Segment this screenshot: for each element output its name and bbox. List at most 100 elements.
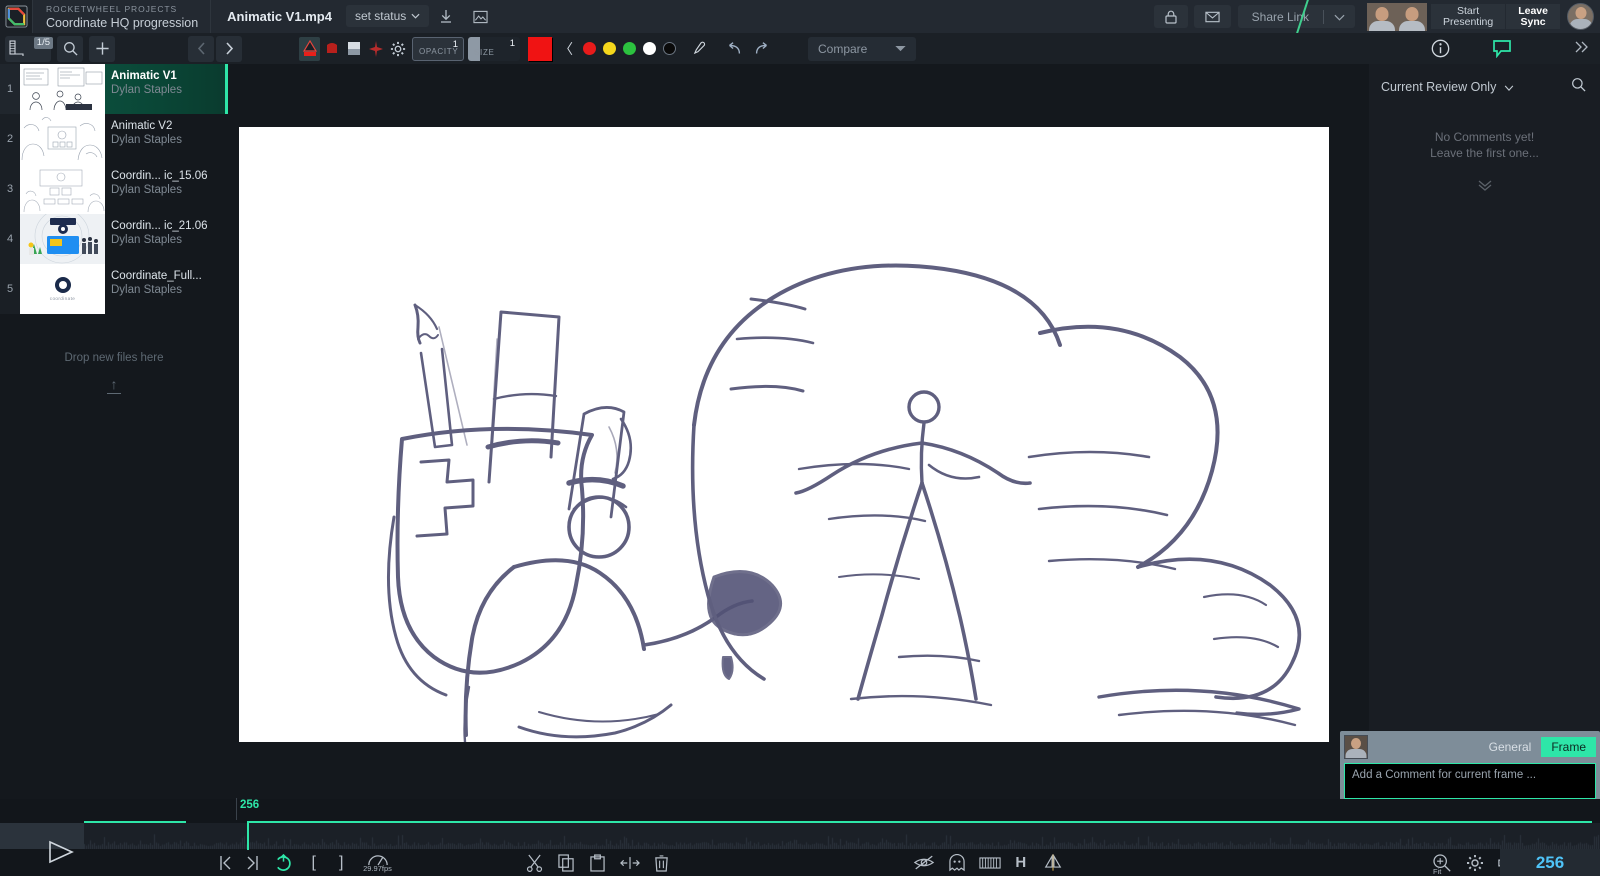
- hide-annotations-button[interactable]: [913, 854, 935, 871]
- eraser-tool-button[interactable]: [321, 37, 342, 61]
- ghost-frames-button[interactable]: [947, 853, 967, 872]
- add-file-button[interactable]: [89, 35, 115, 62]
- go-to-in-button[interactable]: [218, 855, 233, 871]
- pen-tool-button[interactable]: [299, 36, 320, 61]
- shape-tool-icon: [347, 42, 360, 55]
- file-thumbnail: [20, 164, 105, 214]
- paste-button[interactable]: [588, 853, 608, 872]
- eyedropper-icon: [693, 41, 706, 54]
- tool-settings-button[interactable]: [387, 37, 408, 61]
- timeline-playhead[interactable]: [247, 821, 249, 850]
- chevron-down-icon: [1334, 14, 1345, 21]
- download-icon: [441, 10, 452, 23]
- mirror-button[interactable]: [1043, 853, 1063, 872]
- sheet-page-badge: 1/5: [33, 36, 53, 49]
- eyedropper-button[interactable]: [686, 37, 710, 61]
- marker-tool-button[interactable]: [365, 37, 386, 61]
- start-presenting-button[interactable]: Start Presenting: [1431, 4, 1506, 29]
- set-out-button[interactable]: ]: [335, 854, 349, 872]
- file-info: Coordin... ic_21.06 Dylan Staples: [105, 214, 228, 264]
- info-tab[interactable]: [1431, 39, 1450, 58]
- file-list-item-1[interactable]: 1 Animatic V1 Dylan Staples: [0, 64, 228, 114]
- search-button[interactable]: [57, 35, 83, 62]
- current-user-avatar[interactable]: [1567, 3, 1594, 30]
- cut-button[interactable]: [525, 854, 545, 872]
- redo-button[interactable]: [750, 37, 774, 61]
- loop-button[interactable]: [274, 853, 293, 872]
- undo-button[interactable]: [722, 37, 746, 61]
- thumbnail-caption: coordinate: [49, 296, 76, 301]
- mail-button[interactable]: [1193, 5, 1231, 28]
- collapse-panel-button[interactable]: [1574, 40, 1590, 57]
- drop-files-area[interactable]: Drop new files here ↑: [0, 352, 228, 394]
- file-list-item-5[interactable]: 5 coordinate Coordinate_Full... Dylan St…: [0, 264, 228, 314]
- redo-icon: [755, 41, 767, 54]
- brush-preview-icon: 〈: [559, 40, 573, 57]
- timeline-ruler[interactable]: 256: [0, 798, 1600, 822]
- presence-avatars[interactable]: [1367, 0, 1428, 33]
- prev-file-button[interactable]: [188, 35, 214, 62]
- color-swatch-red[interactable]: [583, 42, 596, 55]
- file-list-item-3[interactable]: 3 Coordin... ic_15.06 Dylan Staples: [0, 164, 228, 214]
- comments-tab[interactable]: [1492, 39, 1512, 58]
- shape-tool-button[interactable]: [343, 37, 364, 61]
- leave-sync-line1: Leave: [1518, 4, 1548, 17]
- scroll-down-button[interactable]: [1369, 179, 1600, 194]
- avatar[interactable]: [1397, 2, 1428, 31]
- go-to-out-button[interactable]: [245, 855, 260, 871]
- set-in-button[interactable]: [: [307, 854, 321, 872]
- active-color-swatch[interactable]: [528, 36, 552, 61]
- comment-composer[interactable]: General Frame Add a Comment for current …: [1340, 731, 1600, 801]
- copy-button[interactable]: [557, 853, 577, 872]
- filmstrip-button[interactable]: [978, 856, 1001, 870]
- delete-button[interactable]: [652, 854, 672, 872]
- comment-scope-frame[interactable]: Frame: [1541, 737, 1596, 757]
- fps-indicator[interactable]: 29.97fps: [358, 853, 397, 873]
- viewer-settings-button[interactable]: [1466, 854, 1486, 872]
- move-button[interactable]: [619, 856, 640, 870]
- color-swatch-white[interactable]: [643, 42, 656, 55]
- opacity-field[interactable]: OPACITY 1: [412, 36, 464, 61]
- share-link-button[interactable]: Share Link: [1237, 5, 1356, 28]
- search-icon: [63, 42, 78, 56]
- audio-waveform[interactable]: [84, 823, 1600, 849]
- leave-sync-button[interactable]: Leave Sync: [1506, 4, 1560, 29]
- comment-input[interactable]: Add a Comment for current frame ...: [1344, 763, 1596, 799]
- comments-empty-state: No Comments yet! Leave the first one...: [1369, 129, 1600, 161]
- comments-filter-dropdown[interactable]: Current Review Only: [1381, 80, 1514, 94]
- color-swatch-green[interactable]: [623, 42, 636, 55]
- comments-search-button[interactable]: [1571, 77, 1586, 97]
- image-button[interactable]: [465, 5, 495, 28]
- share-link-chevron[interactable]: [1324, 10, 1355, 24]
- current-frame-display[interactable]: 256: [1500, 849, 1600, 876]
- file-name: Coordin... ic_21.06: [111, 220, 208, 232]
- color-swatch-yellow[interactable]: [603, 42, 616, 55]
- upload-arrow-icon: ↑: [0, 376, 228, 394]
- file-name: Coordin... ic_15.06: [111, 170, 208, 182]
- project-breadcrumb[interactable]: ROCKETWHEEL PROJECTS Coordinate HQ progr…: [33, 0, 212, 33]
- file-list-item-2[interactable]: 2 Animatic V2 Dylan Staples: [0, 114, 228, 164]
- eraser-tool-icon: [326, 43, 337, 53]
- h-button[interactable]: H: [1013, 854, 1030, 871]
- zoom-fit-button[interactable]: Fit: [1431, 853, 1454, 876]
- frame-canvas[interactable]: [239, 127, 1329, 742]
- color-swatch-black[interactable]: [663, 42, 676, 55]
- download-button[interactable]: [431, 5, 461, 28]
- media-viewer[interactable]: [228, 64, 1342, 799]
- lock-button[interactable]: [1153, 5, 1188, 28]
- avatar[interactable]: [1367, 2, 1398, 31]
- file-info: Animatic V1 Dylan Staples: [105, 64, 228, 114]
- size-field[interactable]: SIZE 1: [468, 36, 520, 61]
- comment-scope-general[interactable]: General: [1479, 737, 1542, 757]
- compare-dropdown[interactable]: Compare: [808, 36, 916, 61]
- ghost-icon: [949, 853, 965, 871]
- empty-line-2: Leave the first one...: [1430, 146, 1539, 160]
- next-file-button[interactable]: [216, 35, 242, 62]
- sheet-view-button[interactable]: 1/5: [5, 35, 53, 62]
- app-logo[interactable]: [0, 0, 33, 33]
- play-button[interactable]: [27, 829, 74, 864]
- file-list-item-4[interactable]: 4 Coordin... ic_21.06 Dylan Staples: [0, 214, 228, 264]
- size-value: 1: [509, 37, 515, 49]
- set-status-dropdown[interactable]: set status: [345, 5, 430, 27]
